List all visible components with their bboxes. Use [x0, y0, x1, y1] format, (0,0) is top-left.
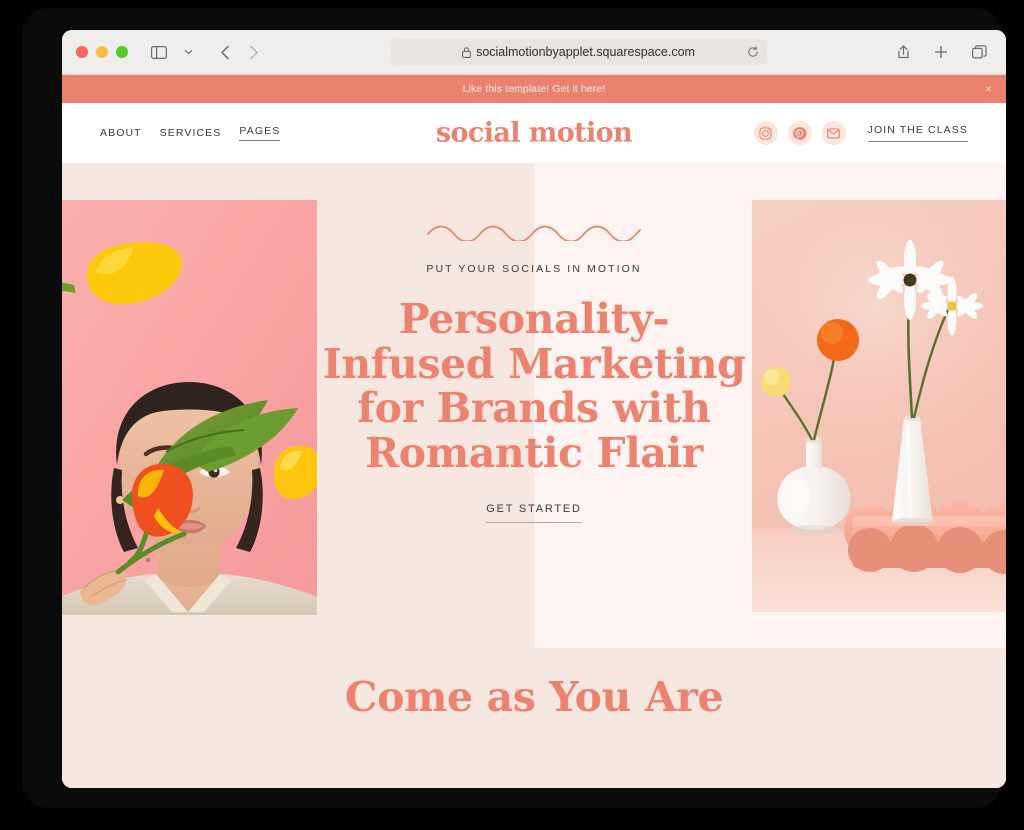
back-arrow-icon[interactable]	[212, 39, 238, 65]
address-bar-url: socialmotionbyapplet.squarespace.com	[476, 45, 695, 59]
maximize-window-button[interactable]	[116, 46, 128, 58]
hero-headline: Personality- Infused Marketing for Brand…	[62, 297, 1006, 476]
browser-toolbar: socialmotionbyapplet.squarespace.com	[62, 30, 1006, 75]
header-actions: JOIN THE CLASS	[753, 121, 968, 145]
hero-content: PUT YOUR SOCIALS IN MOTION Personality- …	[62, 163, 1006, 523]
device-bezel: socialmotionbyapplet.squarespace.com Lik…	[22, 8, 1006, 808]
browser-window: socialmotionbyapplet.squarespace.com Lik…	[62, 30, 1006, 788]
sidebar-chevron-down-icon[interactable]	[175, 39, 201, 65]
get-started-button[interactable]: GET STARTED	[486, 503, 582, 523]
hero-eyebrow: PUT YOUR SOCIALS IN MOTION	[426, 263, 642, 275]
hero-headline-line-4: Romantic Flair	[365, 429, 703, 478]
hero-headline-line-3: for Brands with	[357, 384, 711, 433]
email-icon[interactable]	[821, 121, 846, 145]
forward-arrow-icon[interactable]	[241, 39, 267, 65]
instagram-icon[interactable]	[753, 121, 778, 145]
close-window-button[interactable]	[76, 46, 88, 58]
hero-section: PUT YOUR SOCIALS IN MOTION Personality- …	[62, 163, 1006, 788]
window-traffic-lights[interactable]	[76, 46, 128, 58]
minimize-window-button[interactable]	[96, 46, 108, 58]
promo-banner[interactable]: Like this template! Get it here! ×	[62, 75, 1006, 103]
hero-headline-line-2: Infused Marketing	[322, 339, 746, 388]
join-the-class-button[interactable]: JOIN THE CLASS	[867, 124, 968, 142]
site-header: ABOUT SERVICES PAGES social motion JOIN …	[62, 103, 1006, 163]
hero-headline-line-1: Personality-	[398, 295, 670, 343]
plus-icon[interactable]	[928, 39, 954, 65]
reload-icon[interactable]	[747, 46, 759, 58]
pinterest-icon[interactable]	[787, 121, 812, 145]
address-bar[interactable]: socialmotionbyapplet.squarespace.com	[390, 39, 767, 65]
close-icon[interactable]: ×	[985, 83, 992, 95]
squiggle-divider-icon	[62, 225, 1006, 241]
section-title: Come as You Are	[344, 673, 724, 721]
sidebar-toggle-icon[interactable]	[146, 39, 172, 65]
web-page: Like this template! Get it here! × ABOUT…	[62, 75, 1006, 788]
lock-icon	[462, 46, 472, 58]
tab-overview-icon[interactable]	[966, 39, 992, 65]
promo-banner-text: Like this template! Get it here!	[462, 83, 606, 95]
share-icon[interactable]	[890, 39, 916, 65]
